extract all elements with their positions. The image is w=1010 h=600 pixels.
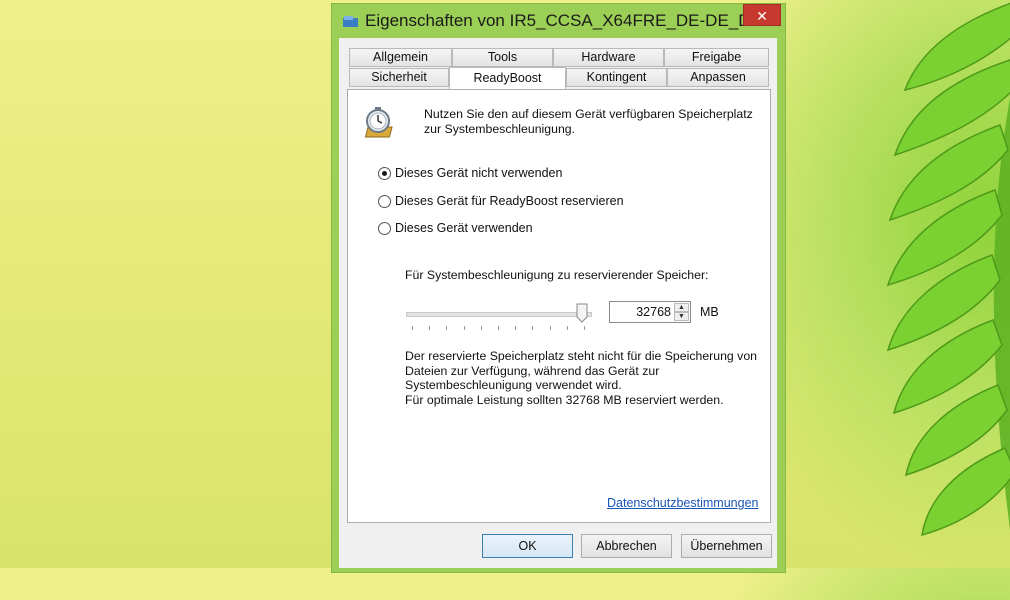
tab-tools[interactable]: Tools [452, 48, 553, 67]
slider-tick [566, 326, 568, 330]
slider-tick [446, 326, 448, 330]
slider-tick [498, 326, 499, 330]
tab-hardware[interactable]: Hardware [553, 48, 664, 67]
tab-allgemein[interactable]: Allgemein [349, 48, 452, 67]
readyboost-intro-text: Nutzen Sie den auf diesem Gerät verfügba… [424, 107, 753, 136]
dialog-client-area: Allgemein Tools Hardware Freigabe Sicher… [339, 38, 777, 568]
slider-tick [412, 326, 413, 330]
reserve-size-spinbox[interactable]: 32768 ▲ ▼ [609, 301, 691, 323]
slider-tick [532, 326, 534, 330]
recommendation-text: Für optimale Leistung sollten 32768 MB r… [405, 392, 724, 407]
spin-down-button[interactable]: ▼ [674, 312, 689, 321]
option-label: Dieses Gerät nicht verwenden [395, 166, 563, 180]
radio-dedicate-readyboost[interactable] [378, 195, 391, 208]
reserve-size-value[interactable]: 32768 [636, 305, 671, 319]
readyboost-panel: Nutzen Sie den auf diesem Gerät verfügba… [347, 89, 771, 523]
title-bar[interactable]: Eigenschaften von IR5_CCSA_X64FRE_DE-DE_… [332, 4, 785, 36]
radio-do-not-use[interactable] [378, 167, 391, 180]
ok-button[interactable]: OK [482, 534, 573, 558]
slider-tick [549, 326, 551, 330]
privacy-link[interactable]: Datenschutzbestimmungen [607, 496, 758, 510]
reserve-slider-thumb[interactable] [576, 303, 588, 323]
cancel-button[interactable]: Abbrechen [581, 534, 672, 558]
tab-kontingent[interactable]: Kontingent [566, 68, 667, 87]
reserved-space-info: Der reservierte Speicherplatz steht nich… [405, 349, 758, 392]
reserve-space-label: Für Systembeschleunigung zu reservierend… [405, 268, 709, 282]
stopwatch-icon [364, 107, 393, 138]
window-title: Eigenschaften von IR5_CCSA_X64FRE_DE-DE_… [365, 11, 765, 30]
apply-button[interactable]: Übernehmen [681, 534, 772, 558]
drive-icon [343, 16, 358, 27]
radio-use-device[interactable] [378, 222, 391, 235]
properties-dialog: Eigenschaften von IR5_CCSA_X64FRE_DE-DE_… [331, 3, 786, 573]
tab-sicherheit[interactable]: Sicherheit [349, 68, 449, 87]
slider-tick [463, 326, 465, 330]
close-button[interactable]: ✕ [743, 4, 781, 26]
slider-tick [515, 326, 517, 330]
slider-tick [480, 326, 482, 330]
tab-anpassen[interactable]: Anpassen [667, 68, 769, 87]
tab-freigabe[interactable]: Freigabe [664, 48, 769, 67]
option-label: Dieses Gerät verwenden [395, 221, 533, 235]
reserve-slider-track[interactable] [406, 312, 592, 317]
option-label: Dieses Gerät für ReadyBoost reservieren [395, 194, 624, 208]
size-unit-label: MB [700, 305, 719, 319]
info-text: Der reservierte Speicherplatz steht nich… [405, 349, 765, 407]
tab-readyboost[interactable]: ReadyBoost [449, 67, 566, 89]
slider-tick [429, 326, 431, 330]
slider-tick [584, 326, 585, 330]
spin-up-button[interactable]: ▲ [674, 303, 689, 312]
leaf-wallpaper-decoration [886, 2, 1010, 537]
